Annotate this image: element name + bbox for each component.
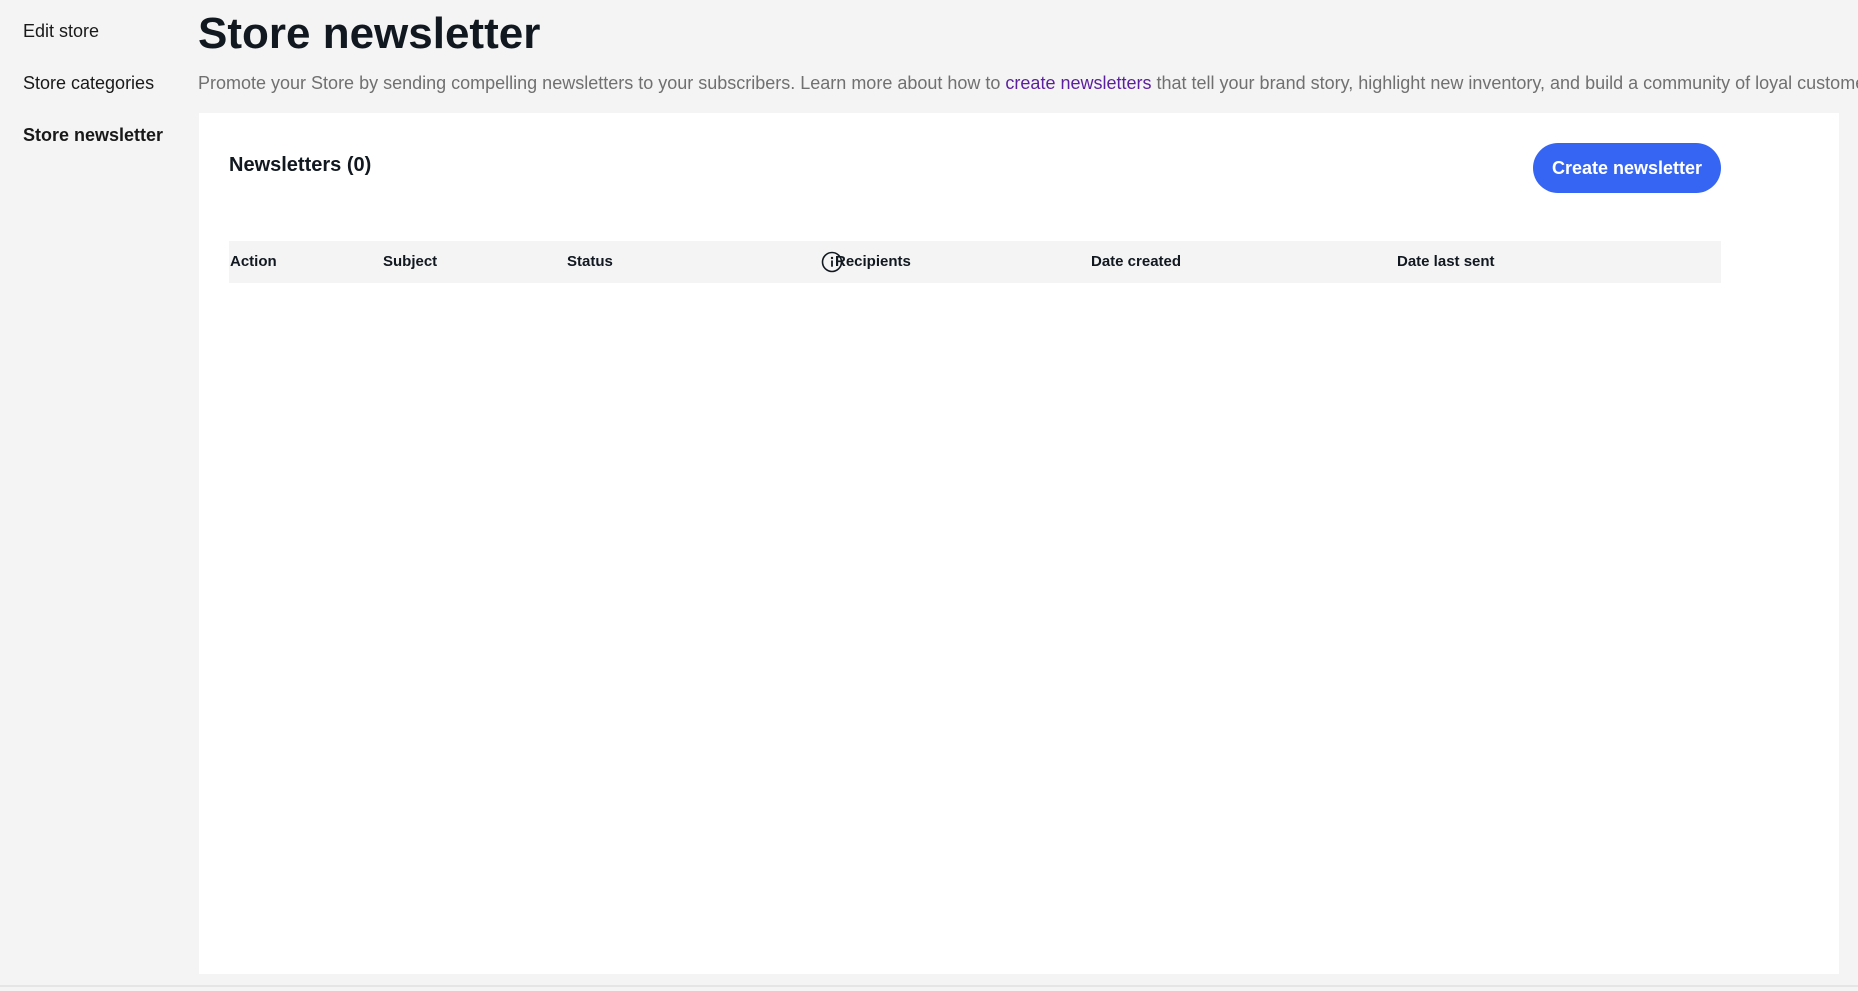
column-header-date-last-sent: Date last sent — [1397, 253, 1495, 270]
page-intro: Promote your Store by sending compelling… — [198, 72, 1858, 94]
bottom-divider — [0, 985, 1858, 987]
create-newsletter-button[interactable]: Create newsletter — [1533, 143, 1721, 193]
newsletters-table-header: Action Subject Status Recipients Date cr… — [229, 241, 1721, 283]
column-header-status: Status — [567, 253, 613, 270]
column-header-recipients: Recipients — [835, 253, 911, 270]
column-header-action: Action — [230, 253, 277, 270]
page-title: Store newsletter — [198, 9, 541, 58]
intro-text-before: Promote your Store by sending compelling… — [198, 73, 1006, 93]
intro-text-after: that tell your brand story, highlight ne… — [1151, 73, 1858, 93]
create-newsletters-link[interactable]: create newsletters — [1005, 73, 1151, 93]
column-header-subject: Subject — [383, 253, 438, 270]
page: Edit store Store categories Store newsle… — [0, 0, 1858, 991]
column-header-date-created: Date created — [1091, 253, 1182, 270]
sidebar-item-store-categories[interactable]: Store categories — [23, 72, 154, 94]
sidebar-item-edit-store[interactable]: Edit store — [23, 20, 99, 42]
newsletters-count-heading: Newsletters (0) — [229, 154, 372, 176]
sidebar-item-store-newsletter[interactable]: Store newsletter — [23, 124, 163, 146]
newsletters-panel: Newsletters (0) Create newsletter Action… — [199, 113, 1839, 974]
